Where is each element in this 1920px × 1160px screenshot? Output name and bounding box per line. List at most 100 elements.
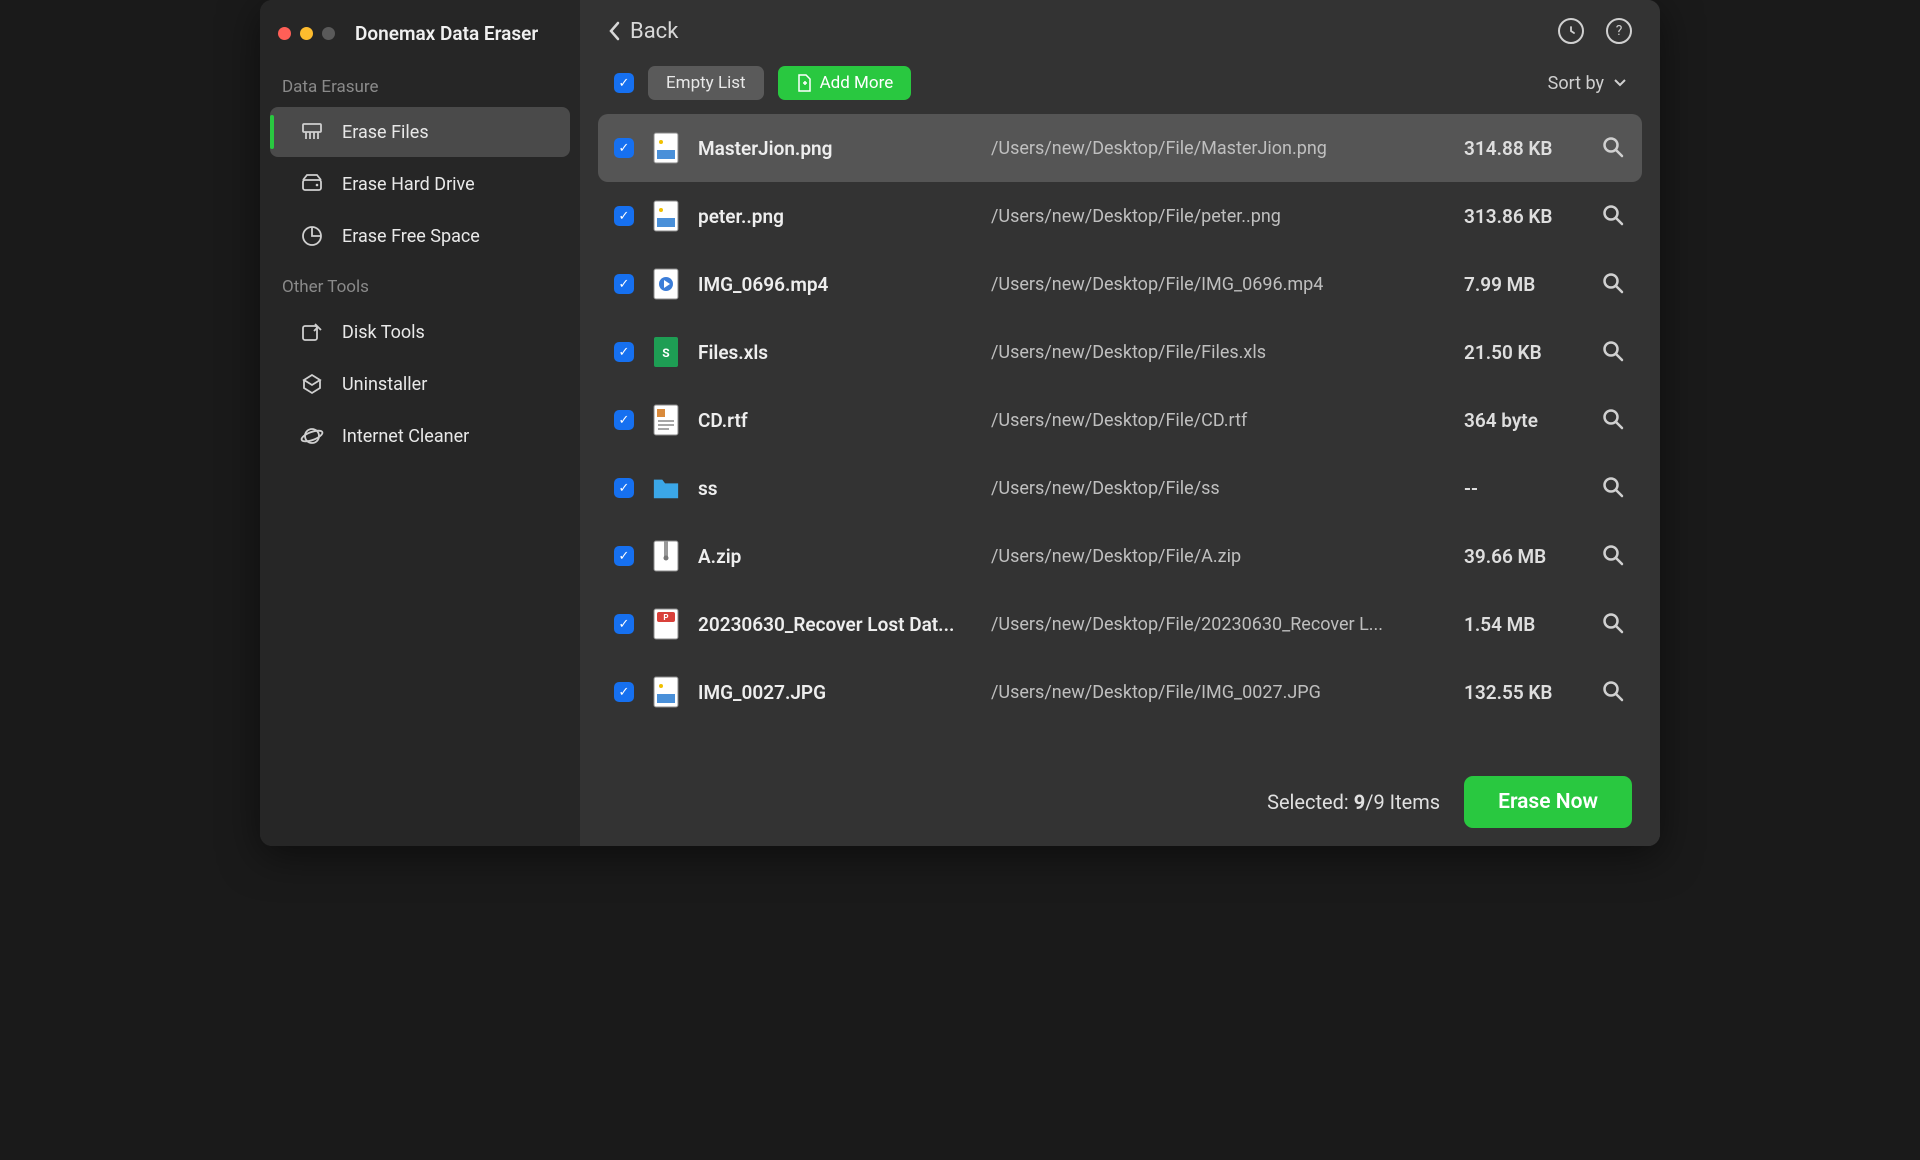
file-type-icon: S <box>652 335 680 369</box>
file-checkbox[interactable]: ✓ <box>614 682 634 702</box>
file-name: IMG_0027.JPG <box>698 681 973 704</box>
file-path: /Users/new/Desktop/File/ss <box>991 478 1446 499</box>
file-path: /Users/new/Desktop/File/Files.xls <box>991 342 1446 363</box>
traffic-lights <box>278 27 335 40</box>
sidebar-item-disk-tools[interactable]: Disk Tools <box>270 307 570 357</box>
file-size: 132.55 KB <box>1464 681 1584 704</box>
sidebar-item-uninstaller[interactable]: Uninstaller <box>270 359 570 409</box>
add-more-button[interactable]: Add More <box>778 66 912 100</box>
reveal-in-finder-icon[interactable] <box>1602 476 1626 500</box>
file-row[interactable]: ✓ S Files.xls/Users/new/Desktop/File/Files… <box>598 318 1642 386</box>
file-size: 313.86 KB <box>1464 205 1584 228</box>
reveal-in-finder-icon[interactable] <box>1602 136 1626 160</box>
uninstall-icon <box>300 372 324 396</box>
svg-text:S: S <box>662 346 669 360</box>
chevron-down-icon <box>1614 79 1626 87</box>
file-name: Files.xls <box>698 341 973 364</box>
file-size: 364 byte <box>1464 409 1584 432</box>
top-icons: ? <box>1558 18 1632 44</box>
sidebar-item-label: Erase Free Space <box>342 226 480 247</box>
reveal-in-finder-icon[interactable] <box>1602 204 1626 228</box>
file-checkbox[interactable]: ✓ <box>614 410 634 430</box>
file-name: MasterJion.png <box>698 137 973 160</box>
file-type-icon: P <box>652 607 680 641</box>
file-row[interactable]: ✓ IMG_0027.JPG/Users/new/Desktop/File/IMG… <box>598 658 1642 726</box>
file-checkbox[interactable]: ✓ <box>614 614 634 634</box>
file-path: /Users/new/Desktop/File/CD.rtf <box>991 410 1446 431</box>
footer: Selected: 9/9 Items Erase Now <box>580 758 1660 846</box>
toolbar: ✓ Empty List Add More Sort by <box>580 62 1660 114</box>
file-checkbox[interactable]: ✓ <box>614 274 634 294</box>
help-icon[interactable]: ? <box>1606 18 1632 44</box>
file-checkbox[interactable]: ✓ <box>614 342 634 362</box>
app-window: Donemax Data Eraser Data Erasure Erase F… <box>260 0 1660 846</box>
file-path: /Users/new/Desktop/File/A.zip <box>991 546 1446 567</box>
file-name: CD.rtf <box>698 409 973 432</box>
file-type-icon <box>652 539 680 573</box>
file-type-icon <box>652 471 680 505</box>
file-path: /Users/new/Desktop/File/20230630_Recover… <box>991 614 1446 635</box>
minimize-window-button[interactable] <box>300 27 313 40</box>
sort-by-dropdown[interactable]: Sort by <box>1548 73 1626 94</box>
add-file-icon <box>796 74 812 92</box>
sidebar-item-label: Internet Cleaner <box>342 426 469 447</box>
app-title: Donemax Data Eraser <box>355 22 538 45</box>
sidebar-item-label: Disk Tools <box>342 322 425 343</box>
file-size: 1.54 MB <box>1464 613 1584 636</box>
add-more-label: Add More <box>820 73 894 93</box>
sidebar-item-internet-cleaner[interactable]: Internet Cleaner <box>270 411 570 461</box>
planet-icon <box>300 424 324 448</box>
file-row[interactable]: ✓ CD.rtf/Users/new/Desktop/File/CD.rtf 364… <box>598 386 1642 454</box>
file-checkbox[interactable]: ✓ <box>614 478 634 498</box>
file-row[interactable]: ✓ss/Users/new/Desktop/File/ss-- <box>598 454 1642 522</box>
history-icon[interactable] <box>1558 18 1584 44</box>
erase-now-button[interactable]: Erase Now <box>1464 776 1632 828</box>
reveal-in-finder-icon[interactable] <box>1602 272 1626 296</box>
sidebar-item-label: Erase Hard Drive <box>342 174 475 195</box>
file-path: /Users/new/Desktop/File/IMG_0696.mp4 <box>991 274 1446 295</box>
sidebar-item-erase-files[interactable]: Erase Files <box>270 107 570 157</box>
section-data-erasure: Data Erasure <box>260 63 580 105</box>
file-name: ss <box>698 477 973 500</box>
sidebar-item-erase-free-space[interactable]: Erase Free Space <box>270 211 570 261</box>
select-all-checkbox[interactable]: ✓ <box>614 73 634 93</box>
file-size: 314.88 KB <box>1464 137 1584 160</box>
sidebar-item-erase-hard-drive[interactable]: Erase Hard Drive <box>270 159 570 209</box>
file-path: /Users/new/Desktop/File/IMG_0027.JPG <box>991 682 1446 703</box>
sidebar: Donemax Data Eraser Data Erasure Erase F… <box>260 0 580 846</box>
pie-icon <box>300 224 324 248</box>
file-type-icon <box>652 267 680 301</box>
selection-status: Selected: 9/9 Items <box>1267 790 1440 814</box>
file-name: A.zip <box>698 545 973 568</box>
file-size: 21.50 KB <box>1464 341 1584 364</box>
maximize-window-button[interactable] <box>322 27 335 40</box>
reveal-in-finder-icon[interactable] <box>1602 612 1626 636</box>
file-row[interactable]: ✓ A.zip/Users/new/Desktop/File/A.zip 39.66… <box>598 522 1642 590</box>
sidebar-item-label: Erase Files <box>342 122 429 143</box>
file-row[interactable]: ✓ peter..png/Users/new/Desktop/File/peter… <box>598 182 1642 250</box>
file-row[interactable]: ✓IMG_0696.mp4/Users/new/Desktop/File/IMG… <box>598 250 1642 318</box>
sidebar-item-label: Uninstaller <box>342 374 427 395</box>
file-checkbox[interactable]: ✓ <box>614 546 634 566</box>
file-name: peter..png <box>698 205 973 228</box>
reveal-in-finder-icon[interactable] <box>1602 680 1626 704</box>
reveal-in-finder-icon[interactable] <box>1602 544 1626 568</box>
file-path: /Users/new/Desktop/File/peter..png <box>991 206 1446 227</box>
file-path: /Users/new/Desktop/File/MasterJion.png <box>991 138 1446 159</box>
file-size: 7.99 MB <box>1464 273 1584 296</box>
file-row[interactable]: ✓ MasterJion.png/Users/new/Desktop/File/M… <box>598 114 1642 182</box>
sort-by-label: Sort by <box>1548 73 1604 94</box>
file-row[interactable]: ✓P20230630_Recover Lost Dat.../Users/new… <box>598 590 1642 658</box>
titlebar: Donemax Data Eraser <box>260 8 580 63</box>
file-checkbox[interactable]: ✓ <box>614 138 634 158</box>
close-window-button[interactable] <box>278 27 291 40</box>
drive-icon <box>300 172 324 196</box>
empty-list-button[interactable]: Empty List <box>648 66 764 100</box>
file-checkbox[interactable]: ✓ <box>614 206 634 226</box>
disk-tools-icon <box>300 320 324 344</box>
topbar: Back ? <box>580 0 1660 62</box>
back-button[interactable]: Back <box>608 19 678 44</box>
file-size: 39.66 MB <box>1464 545 1584 568</box>
reveal-in-finder-icon[interactable] <box>1602 340 1626 364</box>
reveal-in-finder-icon[interactable] <box>1602 408 1626 432</box>
